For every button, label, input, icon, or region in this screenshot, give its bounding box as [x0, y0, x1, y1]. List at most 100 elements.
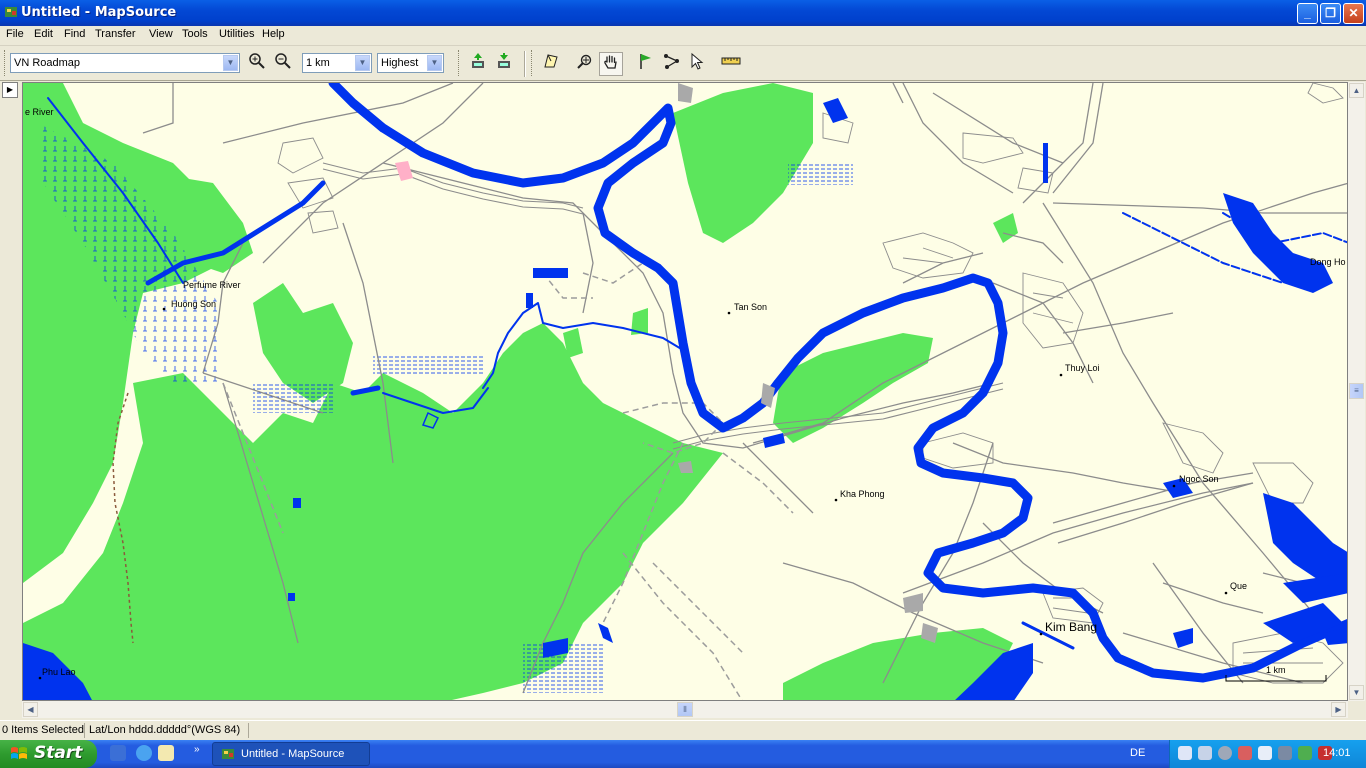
chevron-down-icon[interactable]: ▼ [427, 55, 442, 71]
zoom-tool-button[interactable] [573, 52, 597, 76]
menu-edit[interactable]: Edit [34, 28, 53, 40]
hand-tool-button[interactable] [599, 52, 623, 76]
hand-icon [604, 55, 617, 69]
route-icon [664, 54, 679, 69]
left-panel-strip [0, 82, 22, 718]
taskbar-task-label: Untitled - MapSource [241, 748, 345, 760]
label-kim-bang: Kim Bang [1045, 620, 1097, 634]
label-kha-phong: Kha Phong [840, 489, 885, 499]
windows-logo-icon [11, 747, 27, 759]
quicklaunch-explorer-icon[interactable] [110, 745, 126, 761]
selection-status: 0 Items Selected [2, 724, 84, 736]
zoom-scale-select[interactable]: 1 km ▼ [302, 53, 372, 73]
tray-display-icon[interactable] [1278, 746, 1292, 760]
title-bar[interactable]: Untitled - MapSource _ ❐ ✕ [0, 0, 1366, 26]
zoom-scale-value: 1 km [306, 57, 330, 69]
expand-panel-button[interactable]: ▶ [2, 82, 18, 98]
clock[interactable]: 14:01 [1323, 747, 1351, 759]
toolbar-grip[interactable] [4, 50, 8, 76]
label-dong-ho: Dong Ho [1310, 257, 1346, 267]
scale-bar-label: 1 km [1266, 665, 1286, 675]
start-button[interactable]: Start [0, 740, 97, 768]
pointer-icon [691, 52, 704, 70]
tray-app-icon[interactable] [1298, 746, 1312, 760]
chevron-right-icon[interactable]: » [194, 744, 200, 755]
zoom-out-button[interactable] [271, 52, 295, 76]
menu-view[interactable]: View [149, 28, 173, 40]
waypoint-tool-button[interactable] [634, 52, 658, 76]
route-tool-button[interactable] [660, 52, 684, 76]
position-format-status: Lat/Lon hddd.ddddd°(WGS 84) [89, 724, 241, 736]
label-perfume-river: Perfume River [183, 280, 241, 290]
menu-transfer[interactable]: Transfer [95, 28, 136, 40]
map-tool-button[interactable] [539, 52, 563, 76]
tray-volume-icon[interactable] [1198, 746, 1212, 760]
language-indicator[interactable]: DE [1130, 747, 1145, 759]
toolbar-separator [524, 51, 526, 77]
menu-file[interactable]: File [6, 28, 24, 40]
horizontal-scroll-thumb[interactable]: ⦀ [677, 702, 693, 717]
send-to-device-icon [472, 53, 484, 68]
menu-help[interactable]: Help [262, 28, 285, 40]
horizontal-scrollbar[interactable]: ◀ ⦀ ▶ [22, 701, 1348, 718]
minimize-button[interactable]: _ [1297, 3, 1318, 24]
distance-tool-button[interactable] [719, 52, 743, 76]
map-view[interactable]: e River Perfume River Huong Son Tan Son … [22, 82, 1348, 701]
zoom-in-button[interactable] [245, 52, 269, 76]
label-que: Que [1230, 581, 1247, 591]
receive-from-device-button[interactable] [492, 52, 516, 76]
toolbar-grip[interactable] [531, 50, 535, 76]
scroll-down-button[interactable]: ▼ [1349, 685, 1364, 700]
pink-facility [395, 161, 413, 181]
menu-tools[interactable]: Tools [182, 28, 208, 40]
map-tool-icon [544, 54, 558, 68]
status-separator [248, 723, 249, 738]
detail-select[interactable]: Highest ▼ [377, 53, 444, 73]
vertical-scroll-thumb[interactable]: ≡ [1349, 383, 1364, 399]
label-tan-son: Tan Son [734, 302, 767, 312]
map-product-select[interactable]: VN Roadmap ▼ [10, 53, 240, 73]
ruler-icon [721, 57, 741, 65]
menu-utilities[interactable]: Utilities [219, 28, 254, 40]
close-button[interactable]: ✕ [1343, 3, 1364, 24]
label-phu-lao: Phu Lao [42, 667, 76, 677]
restore-button[interactable]: ❐ [1320, 3, 1341, 24]
taskbar: Start » Untitled - MapSource DE 14:01 [0, 740, 1366, 768]
label-thuy-loi: Thuy Loi [1065, 363, 1100, 373]
start-label: Start [34, 743, 83, 763]
taskbar-mapsource-button[interactable]: Untitled - MapSource [212, 742, 370, 766]
tray-security-icon[interactable] [1238, 746, 1252, 760]
detail-value: Highest [381, 57, 419, 69]
zoom-tool-icon [577, 54, 592, 69]
tray-sync-icon[interactable] [1218, 746, 1232, 760]
flag-icon [640, 54, 651, 69]
menu-find[interactable]: Find [64, 28, 85, 40]
receive-from-device-icon [498, 53, 510, 68]
quicklaunch-app-icon[interactable] [158, 745, 174, 761]
label-river: e River [25, 107, 54, 117]
mapsource-app-icon [5, 7, 17, 17]
label-huong-son: Huong Son [171, 299, 216, 309]
selection-tool-button[interactable] [685, 52, 709, 76]
quicklaunch-ie-icon[interactable] [136, 745, 152, 761]
map-canvas[interactable]: e River Perfume River Huong Son Tan Son … [23, 83, 1348, 701]
menu-bar: File Edit Find Transfer View Tools Utili… [0, 26, 1366, 46]
scroll-up-button[interactable]: ▲ [1349, 83, 1364, 98]
label-ngoc-son: Ngoc Son [1179, 474, 1219, 484]
tray-network-icon[interactable] [1178, 746, 1192, 760]
toolbar-grip[interactable] [458, 50, 462, 76]
zoom-in-icon [249, 53, 265, 69]
status-separator [84, 723, 85, 738]
scroll-right-button[interactable]: ▶ [1331, 702, 1346, 717]
map-product-value: VN Roadmap [14, 57, 81, 69]
scroll-left-button[interactable]: ◀ [23, 702, 38, 717]
toolbar: VN Roadmap ▼ 1 km ▼ Highest ▼ [0, 46, 1366, 81]
status-bar: 0 Items Selected Lat/Lon hddd.ddddd°(WGS… [0, 720, 1366, 741]
chevron-down-icon[interactable]: ▼ [223, 55, 238, 71]
chevron-down-icon[interactable]: ▼ [355, 55, 370, 71]
vertical-scrollbar[interactable]: ▲ ≡ ▼ [1348, 82, 1365, 701]
mapsource-app-icon [222, 749, 234, 759]
send-to-device-button[interactable] [466, 52, 490, 76]
window-title: Untitled - MapSource [21, 5, 177, 20]
tray-mail-icon[interactable] [1258, 746, 1272, 760]
